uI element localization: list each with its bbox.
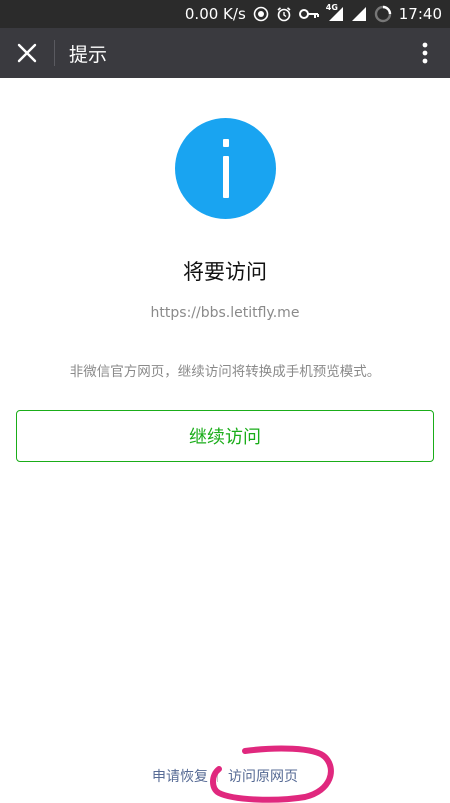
more-vertical-icon bbox=[422, 42, 428, 64]
visit-original-link[interactable]: 访问原网页 bbox=[217, 764, 298, 788]
clock: 17:40 bbox=[398, 5, 442, 23]
status-bar: 0.00 K/s 4G 17:40 bbox=[0, 0, 450, 28]
cellular-4g-icon: 4G bbox=[325, 3, 344, 22]
footer-links: 申请恢复 访问原网页 bbox=[0, 764, 450, 788]
apply-restore-link[interactable]: 申请恢复 bbox=[152, 764, 208, 788]
alarm-icon bbox=[276, 6, 292, 22]
notice-text: 非微信官方网页，继续访问将转换成手机预览模式。 bbox=[69, 364, 381, 380]
more-menu-button[interactable] bbox=[400, 28, 450, 78]
signal-type-label: 4G bbox=[325, 3, 338, 12]
signal-icon bbox=[351, 6, 367, 22]
visit-original-label: 访问原网页 bbox=[228, 769, 298, 785]
link-separator bbox=[217, 768, 218, 782]
page-heading: 将要访问 bbox=[183, 260, 267, 284]
info-icon bbox=[175, 118, 276, 219]
close-button[interactable] bbox=[0, 28, 54, 78]
data-saver-icon bbox=[253, 6, 269, 22]
title-bar: 提示 bbox=[0, 28, 450, 78]
net-speed: 0.00 K/s bbox=[184, 5, 246, 23]
close-icon bbox=[17, 43, 37, 63]
page-title: 提示 bbox=[69, 43, 108, 66]
vpn-key-icon bbox=[298, 7, 319, 21]
title-divider bbox=[54, 40, 55, 66]
target-url: https://bbs.letitfly.me bbox=[150, 305, 300, 321]
battery-charging-icon bbox=[374, 5, 392, 23]
continue-visit-button[interactable]: 继续访问 bbox=[16, 410, 434, 462]
